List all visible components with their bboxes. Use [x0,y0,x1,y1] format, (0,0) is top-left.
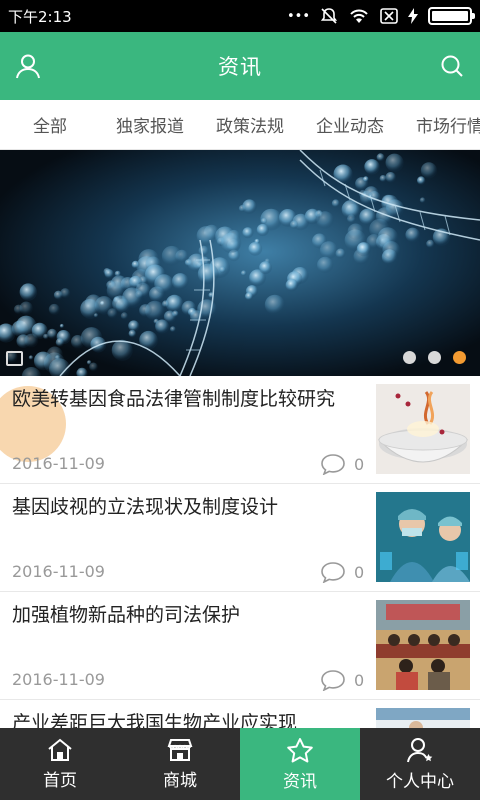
news-item[interactable]: 加强植物新品种的司法保护 2016-11-09 0 [0,592,480,700]
nav-home[interactable]: 首页 [0,728,120,800]
home-icon [48,738,72,761]
tab-all[interactable]: 全部 [0,112,100,137]
more-dots-icon: ••• [286,8,310,24]
status-bar: 下午2:13 ••• [0,0,480,32]
comment-count-value: 0 [354,454,365,474]
user-center-icon [407,737,433,762]
comment-icon [321,670,345,691]
battery-icon [428,7,475,25]
star-icon [287,737,313,762]
app-header: 资讯 [0,32,480,100]
carousel-dots [403,351,466,364]
news-date: 2016-11-09 [12,454,105,473]
news-date: 2016-11-09 [12,670,105,689]
news-item[interactable]: 欧美转基因食品法律管制制度比较研究 2016-11-09 0 [0,376,480,484]
nav-home-label: 首页 [43,770,77,791]
tab-company-news[interactable]: 企业动态 [300,112,400,137]
wifi-icon [348,7,370,25]
banner-image [0,150,480,376]
search-button[interactable] [424,32,480,100]
bottom-navigation: 首页 商城 资讯 个人中心 [0,728,480,800]
news-thumbnail [376,600,470,690]
news-date: 2016-11-09 [12,562,105,581]
tab-exclusive[interactable]: 独家报道 [100,112,200,137]
charging-icon [408,8,418,24]
news-title: 加强植物新品种的司法保护 [12,604,241,626]
comment-count-value: 0 [354,562,365,582]
user-icon [16,54,40,79]
news-thumbnail [376,384,470,474]
news-thumbnail [376,492,470,582]
nav-news[interactable]: 资讯 [240,728,360,800]
status-time: 下午2:13 [8,7,72,26]
no-sim-icon [380,8,398,24]
category-tabs: 全部 独家报道 政策法规 企业动态 市场行情 [0,100,480,150]
carousel-dot[interactable] [403,351,416,364]
user-button[interactable] [0,32,56,100]
news-item[interactable]: 基因歧视的立法现状及制度设计 2016-11-09 0 [0,484,480,592]
news-thumbnail [376,708,470,728]
status-icons: ••• [286,7,475,25]
comment-icon [321,454,345,475]
news-list: 欧美转基因食品法律管制制度比较研究 2016-11-09 0 基因歧视的立法现状… [0,376,480,728]
nav-news-label: 资讯 [283,771,317,792]
news-title: 产业差距巨大我国生物产业应实现 [12,712,298,728]
tab-market[interactable]: 市场行情 [400,112,480,137]
comment-count[interactable]: 0 [320,669,364,691]
store-icon [167,738,193,761]
news-title: 基因歧视的立法现状及制度设计 [12,496,279,518]
nav-profile-label: 个人中心 [386,771,454,792]
search-icon [441,55,463,77]
comment-icon [321,562,345,583]
news-item[interactable]: 产业差距巨大我国生物产业应实现 [0,700,480,728]
nav-profile[interactable]: 个人中心 [360,728,480,800]
image-indicator-icon [6,351,23,366]
banner-carousel[interactable] [0,150,480,376]
mute-bell-icon [320,7,338,25]
carousel-dot[interactable] [428,351,441,364]
news-title: 欧美转基因食品法律管制制度比较研究 [12,388,336,410]
carousel-dot-active[interactable] [453,351,466,364]
tab-policy[interactable]: 政策法规 [200,112,300,137]
comment-count[interactable]: 0 [320,561,364,583]
page-title: 资讯 [218,55,262,79]
comment-count[interactable]: 0 [320,453,364,475]
nav-store-label: 商城 [163,770,197,791]
comment-count-value: 0 [354,670,365,690]
nav-store[interactable]: 商城 [120,728,240,800]
